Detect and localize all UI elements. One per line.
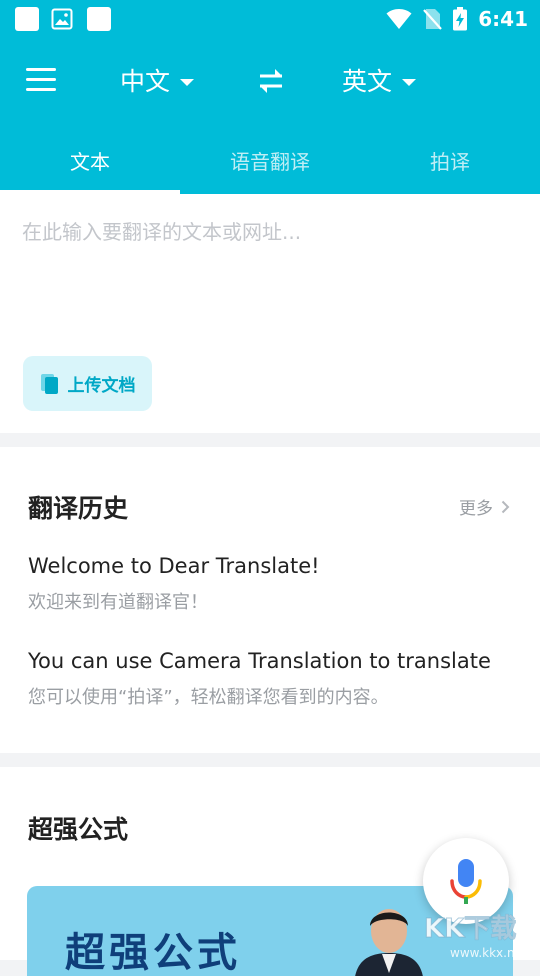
target-language-selector[interactable]: 英文	[342, 60, 417, 100]
watermark-logo: KK下载 www.kkx.net	[424, 914, 527, 961]
presenter-image	[355, 909, 423, 976]
app-bar: 中文 英文 文本 语音翻译 拍译	[0, 38, 540, 194]
history-item[interactable]: Welcome to Dear Translate! 欢迎来到有道翻译官！	[28, 554, 518, 614]
history-source-text: Welcome to Dear Translate!	[28, 554, 320, 578]
status-bar: 6:41	[0, 0, 540, 38]
source-language-selector[interactable]: 中文	[120, 60, 195, 100]
translation-input[interactable]	[22, 216, 518, 336]
swap-arrows-icon[interactable]	[254, 66, 288, 96]
microphone-icon	[450, 859, 482, 904]
hamburger-icon[interactable]	[26, 68, 58, 92]
tab-text[interactable]: 文本	[0, 142, 180, 194]
no-sim-icon	[423, 9, 443, 30]
translation-input-card: 上传文档	[0, 194, 540, 433]
wifi-icon	[386, 9, 412, 29]
tab-photo-translation[interactable]: 拍译	[360, 142, 540, 194]
target-language-label: 英文	[342, 67, 393, 96]
upload-document-button[interactable]: 上传文档	[23, 356, 152, 411]
status-time: 6:41	[478, 7, 528, 31]
translation-history-card: 翻译历史 更多 Welcome to Dear Translate! 欢迎来到有…	[0, 447, 540, 753]
mode-tabs: 文本 语音翻译 拍译	[0, 142, 540, 194]
chevron-right-icon	[501, 500, 510, 513]
history-more-link[interactable]: 更多	[459, 494, 510, 519]
history-source-text: You can use Camera Translation to transl…	[28, 649, 491, 673]
source-language-label: 中文	[120, 67, 171, 96]
more-label: 更多	[459, 499, 493, 519]
image-notification-icon	[51, 8, 73, 30]
svg-text:KK下载: KK下载	[424, 914, 516, 944]
document-icon	[40, 373, 58, 394]
tab-voice-translation[interactable]: 语音翻译	[180, 142, 360, 194]
history-translation-text: 您可以使用“拍译”，轻松翻译您看到的内容。	[28, 687, 389, 708]
formula-title: 超强公式	[28, 815, 129, 844]
battery-charging-icon	[453, 7, 468, 31]
status-indicators: 6:41	[386, 6, 528, 32]
dropdown-caret-icon	[180, 78, 195, 86]
notification-icon	[87, 7, 111, 31]
notification-icon	[15, 7, 39, 31]
upload-document-label: 上传文档	[67, 376, 136, 396]
history-translation-text: 欢迎来到有道翻译官！	[28, 592, 208, 613]
history-item[interactable]: You can use Camera Translation to transl…	[28, 649, 518, 709]
svg-text:www.kkx.net: www.kkx.net	[450, 946, 527, 960]
banner-text: 超强公式	[65, 929, 241, 976]
dropdown-caret-icon	[402, 78, 417, 86]
history-title: 翻译历史	[28, 494, 129, 523]
